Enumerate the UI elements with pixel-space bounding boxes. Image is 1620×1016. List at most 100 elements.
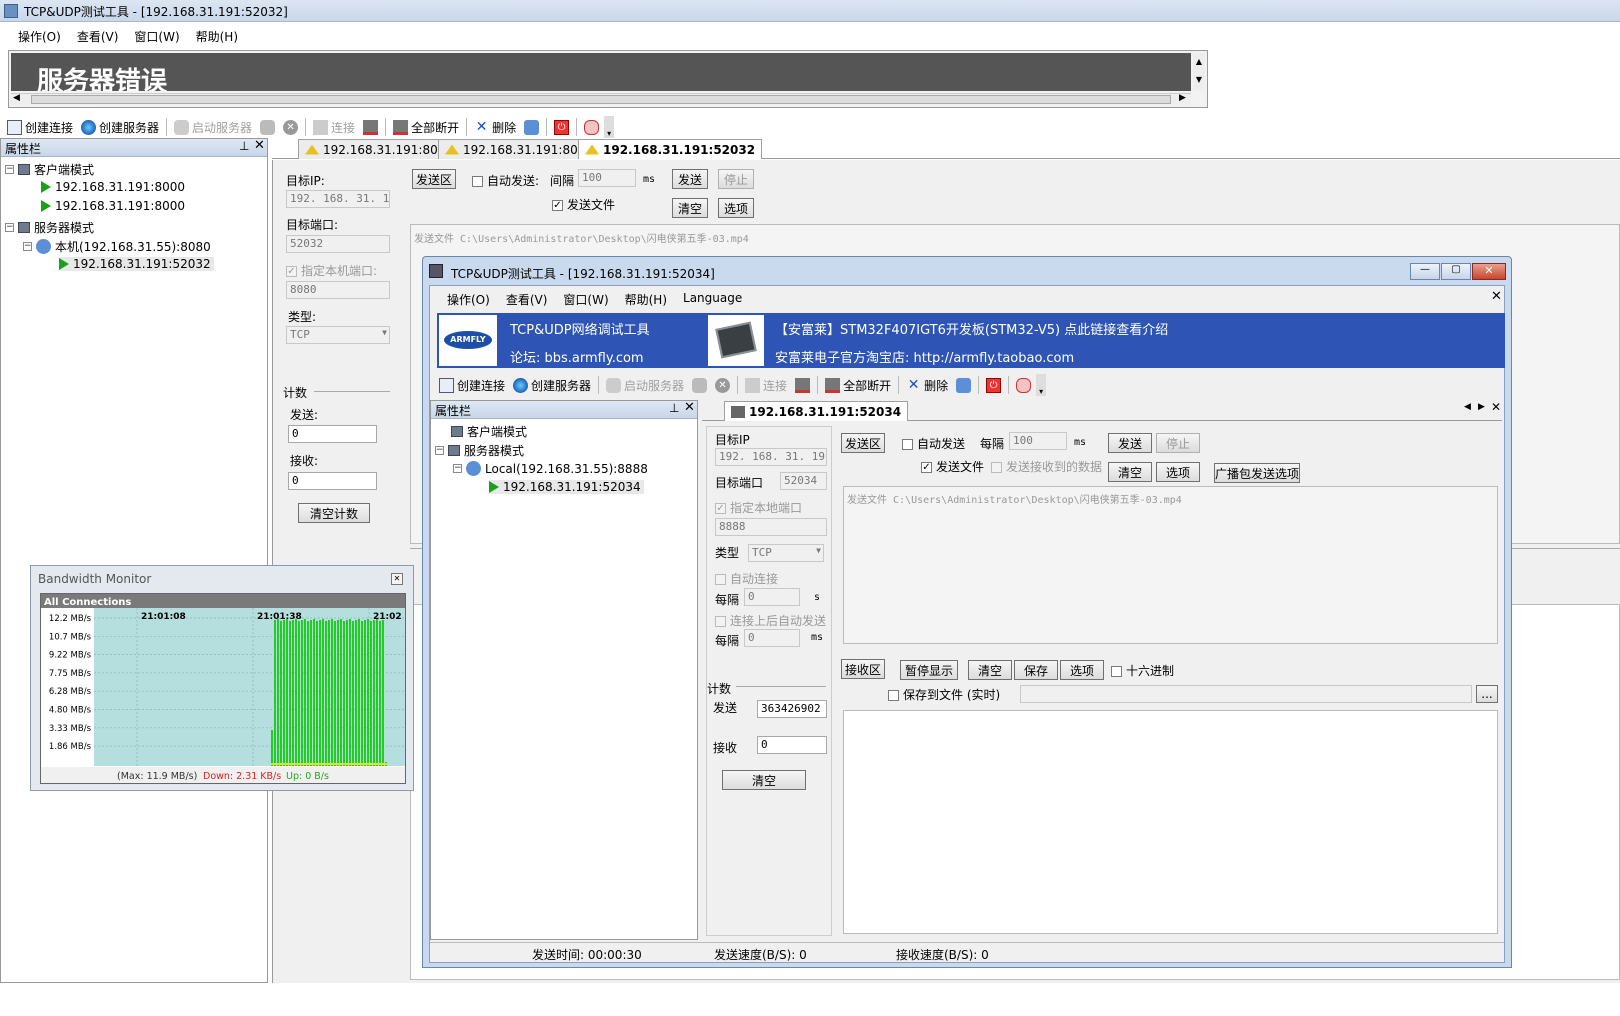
auto-send-after-connect-checkbox[interactable]: 连接上后自动发送 bbox=[715, 612, 826, 629]
options-button[interactable]: 选项 bbox=[718, 198, 754, 218]
scroll-left-icon[interactable]: ◀ bbox=[13, 93, 20, 103]
inner-every-field[interactable]: 100 bbox=[1009, 432, 1067, 450]
inner-clear-count-button[interactable]: 清空 bbox=[722, 770, 806, 790]
start-server-button[interactable]: 启动服务器 bbox=[171, 119, 255, 136]
minimize-button[interactable]: — bbox=[1410, 263, 1440, 280]
server-stop-button[interactable] bbox=[257, 119, 278, 135]
inner-tree-client-mode[interactable]: 客户端模式 bbox=[451, 423, 527, 440]
inner-send-count-field[interactable]: 363426902 bbox=[757, 700, 827, 718]
tab-close-icon[interactable]: ✕ bbox=[1491, 400, 1501, 414]
tree-client-mode[interactable]: − 客户端模式 bbox=[5, 161, 94, 178]
inner-stop-button[interactable]: 停止 bbox=[1156, 433, 1200, 453]
inner-recv-count-field[interactable]: 0 bbox=[757, 736, 827, 754]
every-field[interactable]: 0 bbox=[744, 588, 800, 606]
scroll-thumb[interactable] bbox=[31, 95, 1171, 104]
target-port-field[interactable]: 52032 bbox=[286, 235, 390, 253]
close-circle-button[interactable]: ✕ bbox=[280, 119, 301, 135]
maximize-button[interactable]: ▢ bbox=[1441, 263, 1471, 280]
inner-menu-view[interactable]: 查看(V) bbox=[506, 291, 548, 308]
inner-network-button[interactable] bbox=[953, 377, 974, 393]
collapse-icon[interactable]: − bbox=[453, 464, 462, 473]
pin-icon[interactable]: ⊥ bbox=[239, 139, 249, 153]
send-area-button[interactable]: 发送区 bbox=[412, 169, 456, 189]
local-port-checkbox[interactable]: ✓ 指定本机端口: bbox=[286, 262, 377, 279]
inner-target-port-field[interactable]: 52034 bbox=[780, 472, 827, 490]
inner-menu-operate[interactable]: 操作(O) bbox=[447, 291, 490, 308]
browse-button[interactable]: ... bbox=[1476, 685, 1498, 703]
inner-connect-button[interactable]: 连接 bbox=[742, 377, 790, 394]
menu-help[interactable]: 帮助(H) bbox=[196, 28, 238, 45]
close-icon[interactable]: ✕ bbox=[684, 400, 695, 415]
inner-send-text-area[interactable]: 发送文件 C:\Users\Administrator\Desktop\闪电侠第… bbox=[843, 486, 1498, 644]
banner-hscroll[interactable]: ◀ ▶ bbox=[11, 93, 1191, 105]
collapse-icon[interactable]: − bbox=[23, 242, 32, 251]
collapse-icon[interactable]: − bbox=[435, 446, 444, 455]
pin-icon[interactable]: ⊥ bbox=[669, 401, 679, 415]
inner-tree-host[interactable]: − Local(192.168.31.55):8888 bbox=[453, 461, 648, 476]
inner-server-stop-button[interactable] bbox=[689, 377, 710, 393]
tree-client-item[interactable]: 192.168.31.191:8000 bbox=[41, 180, 185, 194]
interval-field[interactable]: 100 bbox=[578, 169, 636, 187]
bandwidth-close-icon[interactable]: ✕ bbox=[391, 573, 403, 585]
banner-vscroll[interactable]: ▲ ▼ bbox=[1193, 53, 1205, 91]
recv-area-button[interactable]: 接收区 bbox=[841, 659, 885, 679]
toolbar-overflow[interactable]: ▾ bbox=[604, 116, 615, 138]
tree-session-selected[interactable]: 192.168.31.191:52032 bbox=[59, 257, 214, 271]
inner-recv-text-area[interactable] bbox=[843, 710, 1498, 934]
tree-client-item[interactable]: 192.168.31.191:8000 bbox=[41, 199, 185, 213]
hand-button[interactable] bbox=[581, 119, 602, 135]
stop-button[interactable]: 停止 bbox=[718, 169, 754, 189]
tab-scroll-left-icon[interactable]: ◀ bbox=[1464, 402, 1471, 412]
disconnect-all-button[interactable]: 全部断开 bbox=[390, 119, 462, 136]
auto-connect-checkbox[interactable]: 自动连接 bbox=[715, 570, 778, 587]
type-select[interactable]: TCP ▼ bbox=[286, 326, 390, 344]
inner-auto-send-checkbox[interactable]: 自动发送 bbox=[902, 435, 965, 452]
tree-server-mode[interactable]: − 服务器模式 bbox=[5, 219, 94, 236]
recv-clear-button[interactable]: 清空 bbox=[968, 660, 1012, 680]
inner-disconnect-button[interactable] bbox=[792, 377, 813, 393]
auto-send-checkbox[interactable]: 自动发送: bbox=[472, 172, 539, 189]
inner-power-button[interactable]: ⏻ bbox=[983, 377, 1004, 393]
inner-target-ip-field[interactable]: 192. 168. 31. 191 bbox=[715, 448, 827, 466]
send-button[interactable]: 发送 bbox=[672, 169, 708, 189]
pause-display-button[interactable]: 暂停显示 bbox=[900, 660, 958, 680]
broadcast-options-button[interactable]: 广播包发送选项 bbox=[1214, 463, 1300, 483]
clear-count-button[interactable]: 清空计数 bbox=[298, 503, 370, 523]
inner-create-conn-button[interactable]: 创建连接 bbox=[436, 377, 508, 394]
send-recv-data-checkbox[interactable]: 发送接收到的数据 bbox=[991, 458, 1102, 475]
inner-menu-window[interactable]: 窗口(W) bbox=[563, 291, 608, 308]
inner-send-file-checkbox[interactable]: ✓ 发送文件 bbox=[921, 458, 984, 475]
create-conn-button[interactable]: 创建连接 bbox=[4, 119, 76, 136]
inner-tree-session-selected[interactable]: 192.168.31.191:52034 bbox=[489, 480, 644, 494]
connect-button[interactable]: 连接 bbox=[310, 119, 358, 136]
collapse-icon[interactable]: − bbox=[5, 165, 14, 174]
inner-local-port-field[interactable]: 8888 bbox=[715, 518, 827, 536]
network-button[interactable] bbox=[521, 119, 542, 135]
inner-clear-button[interactable]: 清空 bbox=[1108, 462, 1152, 482]
inner-local-port-checkbox[interactable]: ✓ 指定本地端口 bbox=[715, 499, 802, 516]
recv-save-button[interactable]: 保存 bbox=[1014, 660, 1058, 680]
inner-send-button[interactable]: 发送 bbox=[1108, 433, 1152, 453]
tab-session-active[interactable]: 192.168.31.191:52032 bbox=[578, 139, 763, 159]
target-ip-field[interactable]: 192. 168. 31. 191 bbox=[286, 190, 390, 208]
menu-window[interactable]: 窗口(W) bbox=[134, 28, 179, 45]
delete-button[interactable]: ✕ 删除 bbox=[471, 119, 519, 136]
every2-field[interactable]: 0 bbox=[744, 629, 800, 647]
send-count-field[interactable]: 0 bbox=[288, 425, 377, 443]
scroll-right-icon[interactable]: ▶ bbox=[1179, 93, 1186, 103]
local-port-field[interactable]: 8080 bbox=[286, 281, 390, 299]
save-file-path-field[interactable] bbox=[1020, 685, 1472, 703]
save-to-file-checkbox[interactable]: 保存到文件 (实时) bbox=[888, 686, 1000, 703]
inner-menu-language[interactable]: Language bbox=[683, 291, 742, 308]
tab-session-1[interactable]: 192.168.31.191:8000 bbox=[298, 139, 461, 159]
close-icon[interactable]: ✕ bbox=[254, 138, 265, 153]
disconnect-button[interactable] bbox=[360, 119, 381, 135]
close-window-button[interactable]: ✕ bbox=[1472, 263, 1506, 280]
collapse-icon[interactable]: − bbox=[5, 223, 14, 232]
recv-options-button[interactable]: 选项 bbox=[1060, 660, 1104, 680]
create-server-button[interactable]: 创建服务器 bbox=[78, 119, 162, 136]
menu-view[interactable]: 查看(V) bbox=[77, 28, 119, 45]
inner-menu-close-icon[interactable]: ✕ bbox=[1491, 289, 1502, 304]
inner-menu-help[interactable]: 帮助(H) bbox=[625, 291, 667, 308]
inner-send-area-button[interactable]: 发送区 bbox=[841, 433, 885, 453]
